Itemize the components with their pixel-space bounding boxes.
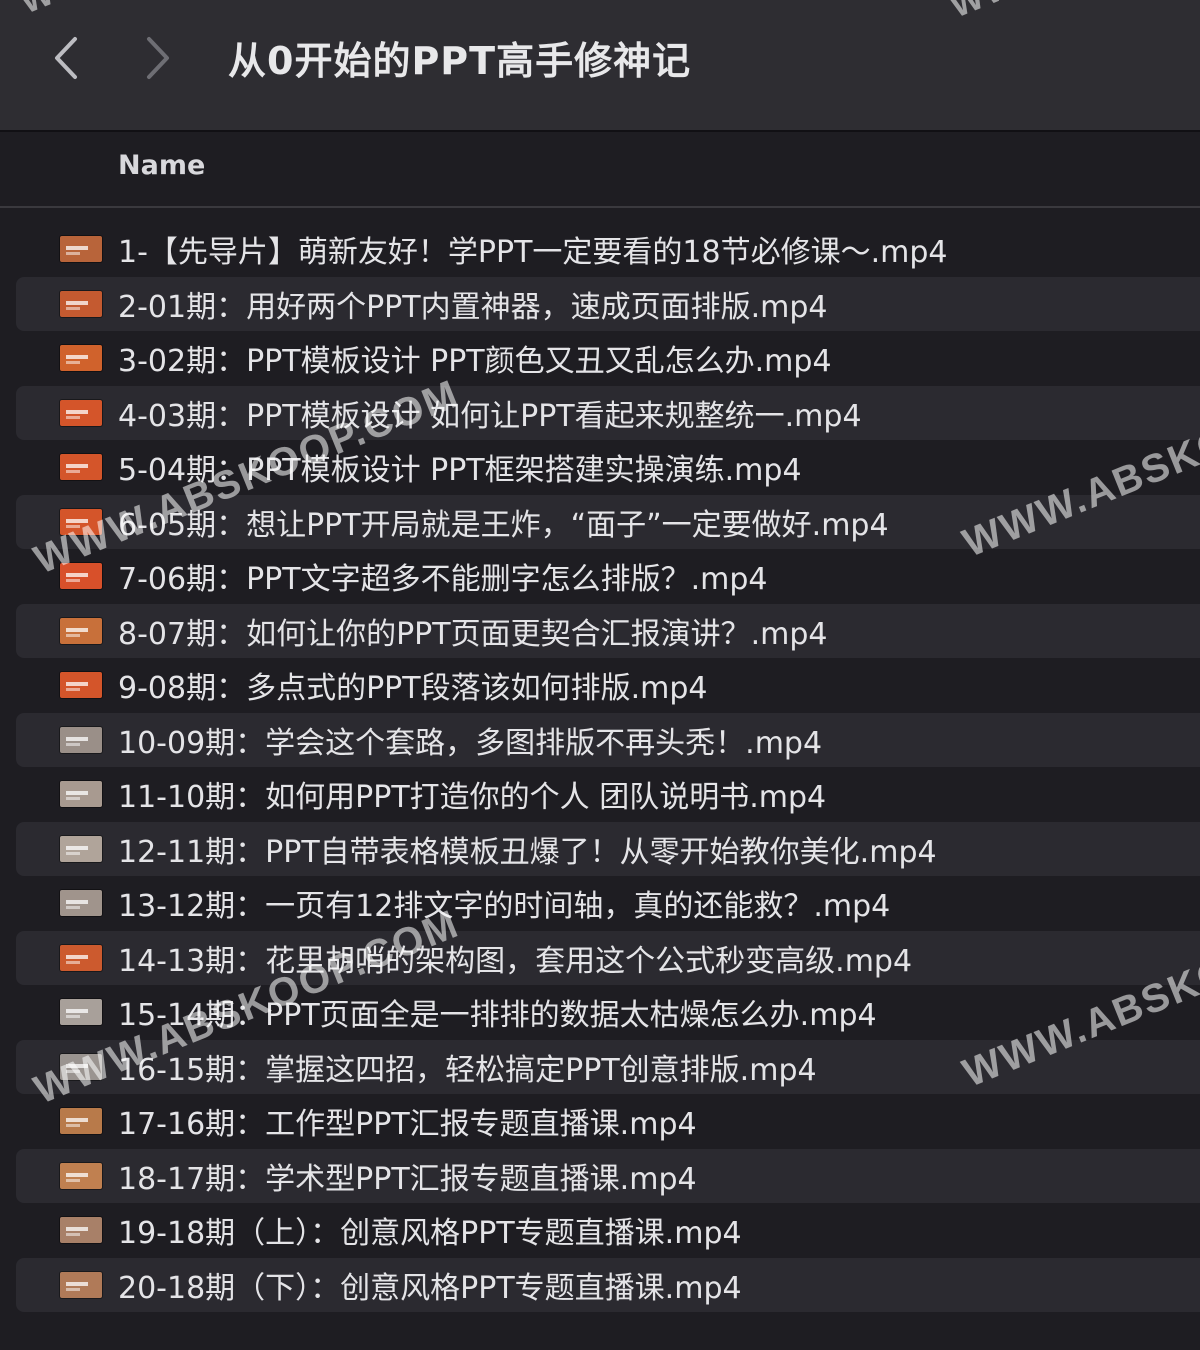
file-name: 15-14期：PPT页面全是一排排的数据太枯燥怎么办.mp4 [118, 998, 877, 1034]
file-list: 1-【先导片】萌新友好！学PPT一定要看的18节必修课～.mp4 2-01期：用好… [0, 222, 1200, 1312]
video-thumbnail-icon [60, 345, 102, 372]
video-thumbnail-icon [60, 781, 102, 808]
file-row[interactable]: 19-18期（上）：创意风格PPT专题直播课.mp4 [16, 1203, 1200, 1258]
file-name: 13-12期：一页有12排文字的时间轴，真的还能救？.mp4 [118, 889, 891, 925]
file-row[interactable]: 8-07期：如何让你的PPT页面更契合汇报演讲？.mp4 [16, 603, 1200, 658]
file-name: 14-13期：花里胡哨的架构图，套用这个公式秒变高级.mp4 [118, 943, 913, 979]
chevron-right-icon [147, 37, 169, 79]
forward-button[interactable] [128, 28, 188, 88]
file-row[interactable]: 12-11期：PPT自带表格模板丑爆了！从零开始教你美化.mp4 [16, 821, 1200, 876]
video-thumbnail-icon [60, 617, 102, 644]
file-row[interactable]: 2-01期：用好两个PPT内置神器，速成页面排版.mp4 [16, 276, 1200, 331]
file-row[interactable]: 7-06期：PPT文字超多不能删字怎么排版？.mp4 [16, 549, 1200, 604]
back-button[interactable] [36, 28, 96, 88]
file-row[interactable]: 5-04期：PPT模板设计 PPT框架搭建实操演练.mp4 [16, 440, 1200, 495]
window-title: 从0开始的PPT高手修神记 [228, 39, 692, 83]
video-thumbnail-icon [60, 1162, 102, 1189]
video-thumbnail-icon [60, 290, 102, 317]
file-row[interactable]: 10-09期：学会这个套路，多图排版不再头秃！.mp4 [16, 712, 1200, 767]
file-row[interactable]: 4-03期：PPT模板设计 如何让PPT看起来规整统一.mp4 [16, 385, 1200, 440]
chevron-left-icon [55, 37, 77, 79]
video-thumbnail-icon [60, 1271, 102, 1298]
file-name: 20-18期（下）：创意风格PPT专题直播课.mp4 [118, 1270, 742, 1306]
video-thumbnail-icon [60, 1053, 102, 1080]
finder-window: 从0开始的PPT高手修神记 Name 1-【先导片】萌新友好！学PPT一定要看的… [0, 0, 1200, 1350]
file-row[interactable]: 13-12期：一页有12排文字的时间轴，真的还能救？.mp4 [16, 876, 1200, 931]
file-row[interactable]: 11-10期：如何用PPT打造你的个人 团队说明书.mp4 [16, 767, 1200, 822]
video-thumbnail-icon [60, 236, 102, 263]
video-thumbnail-icon [60, 399, 102, 426]
file-name: 10-09期：学会这个套路，多图排版不再头秃！.mp4 [118, 725, 823, 761]
file-name: 1-【先导片】萌新友好！学PPT一定要看的18节必修课～.mp4 [118, 235, 948, 271]
file-name: 12-11期：PPT自带表格模板丑爆了！从零开始教你美化.mp4 [118, 834, 937, 870]
video-thumbnail-icon [60, 999, 102, 1026]
file-row[interactable]: 18-17期：学术型PPT汇报专题直播课.mp4 [16, 1148, 1200, 1203]
video-thumbnail-icon [60, 563, 102, 590]
file-name: 18-17期：学术型PPT汇报专题直播课.mp4 [118, 1161, 697, 1197]
file-name: 9-08期：多点式的PPT段落该如何排版.mp4 [118, 671, 708, 707]
column-header-row: Name [0, 132, 1200, 208]
file-row[interactable]: 20-18期（下）：创意风格PPT专题直播课.mp4 [16, 1257, 1200, 1312]
file-row[interactable]: 1-【先导片】萌新友好！学PPT一定要看的18节必修课～.mp4 [16, 222, 1200, 277]
file-row[interactable]: 3-02期：PPT模板设计 PPT颜色又丑又乱怎么办.mp4 [16, 331, 1200, 386]
file-name: 3-02期：PPT模板设计 PPT颜色又丑又乱怎么办.mp4 [118, 344, 832, 380]
file-row[interactable]: 17-16期：工作型PPT汇报专题直播课.mp4 [16, 1094, 1200, 1149]
video-thumbnail-icon [60, 726, 102, 753]
file-name: 4-03期：PPT模板设计 如何让PPT看起来规整统一.mp4 [118, 398, 862, 434]
video-thumbnail-icon [60, 454, 102, 481]
file-row[interactable]: 15-14期：PPT页面全是一排排的数据太枯燥怎么办.mp4 [16, 985, 1200, 1040]
file-name: 7-06期：PPT文字超多不能删字怎么排版？.mp4 [118, 562, 768, 598]
file-row[interactable]: 9-08期：多点式的PPT段落该如何排版.mp4 [16, 658, 1200, 713]
toolbar: 从0开始的PPT高手修神记 [0, 0, 1200, 132]
video-thumbnail-icon [60, 835, 102, 862]
file-row[interactable]: 14-13期：花里胡哨的架构图，套用这个公式秒变高级.mp4 [16, 930, 1200, 985]
file-name: 16-15期：掌握这四招，轻松搞定PPT创意排版.mp4 [118, 1052, 817, 1088]
file-name: 8-07期：如何让你的PPT页面更契合汇报演讲？.mp4 [118, 616, 828, 652]
file-row[interactable]: 6-05期：想让PPT开局就是王炸，“面子”一定要做好.mp4 [16, 494, 1200, 549]
video-thumbnail-icon [60, 890, 102, 917]
name-column-header[interactable]: Name [118, 150, 205, 181]
file-row[interactable]: 16-15期：掌握这四招，轻松搞定PPT创意排版.mp4 [16, 1039, 1200, 1094]
file-name: 2-01期：用好两个PPT内置神器，速成页面排版.mp4 [118, 289, 828, 325]
file-name: 17-16期：工作型PPT汇报专题直播课.mp4 [118, 1107, 697, 1143]
file-name: 5-04期：PPT模板设计 PPT框架搭建实操演练.mp4 [118, 453, 802, 489]
file-name: 11-10期：如何用PPT打造你的个人 团队说明书.mp4 [118, 780, 827, 816]
video-thumbnail-icon [60, 1108, 102, 1135]
video-thumbnail-icon [60, 1217, 102, 1244]
file-name: 6-05期：想让PPT开局就是王炸，“面子”一定要做好.mp4 [118, 507, 889, 543]
video-thumbnail-icon [60, 672, 102, 699]
video-thumbnail-icon [60, 944, 102, 971]
video-thumbnail-icon [60, 508, 102, 535]
file-name: 19-18期（上）：创意风格PPT专题直播课.mp4 [118, 1216, 742, 1252]
